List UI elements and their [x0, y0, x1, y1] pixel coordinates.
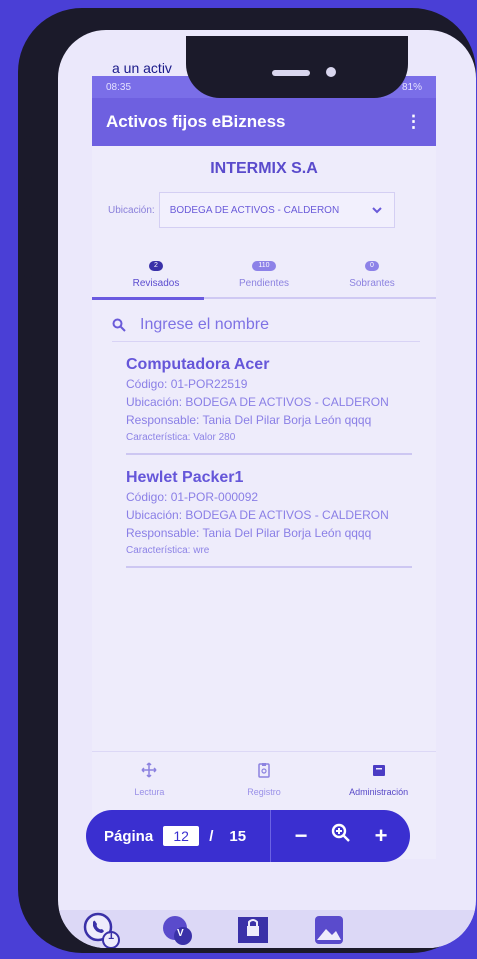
item-responsible: Responsable: Tania Del Pilar Borja León … — [126, 413, 372, 427]
item-feature: Característica: Valor 280 — [126, 432, 236, 443]
search-field[interactable]: Ingrese el nombre — [112, 309, 420, 342]
tab-label: Revisados — [132, 278, 180, 289]
company-name: INTERMIX S.A — [210, 160, 318, 177]
item-location: Ubicación: BODEGA DE ACTIVOS - CALDERON — [126, 508, 389, 522]
list-item[interactable]: Hewlet Packer1 Código: 01-POR-000092 Ubi… — [126, 469, 412, 568]
nav-label: Registro — [247, 787, 281, 797]
location-label: Ubicación: — [108, 204, 155, 216]
nav-label: Administración — [349, 787, 409, 797]
notification-badge: 1 — [108, 930, 115, 942]
location-select[interactable]: BODEGA DE ACTIVOS - CALDERON — [158, 192, 395, 228]
count-badge: 110 — [252, 261, 276, 271]
nav-label: Lectura — [134, 787, 165, 797]
pagination-control: Página 12 / 15 − + — [86, 810, 410, 862]
status-battery: 81% — [401, 81, 422, 93]
dock-item-viber[interactable]: V — [142, 910, 212, 948]
zoom-out-button[interactable]: − — [281, 823, 321, 849]
item-title: Hewlet Packer1 — [126, 469, 244, 486]
list-item[interactable]: Computadora Acer Código: 01-POR22519 Ubi… — [126, 356, 412, 455]
more-vert-icon[interactable]: ⋮ — [405, 112, 422, 132]
speaker — [272, 70, 310, 76]
page-number-input[interactable]: 12 — [163, 826, 200, 846]
app-screenshot: 08:35 81% Activos fijos eBizness ⋮ INTER… — [92, 76, 436, 859]
page-separator: / — [209, 827, 214, 845]
tab-label: Pendientes — [238, 278, 290, 289]
move-icon — [141, 762, 157, 778]
dock-bar: 1 V — [58, 910, 476, 948]
search-placeholder: Ingrese el nombre — [140, 316, 269, 333]
nav-item-administracion[interactable]: Administración — [329, 752, 429, 804]
whatsapp-icon — [83, 912, 120, 948]
tab-underline — [92, 297, 436, 300]
search-icon — [112, 318, 126, 332]
tab-revisados[interactable]: 2 Revisados — [111, 254, 201, 289]
tab-sobrantes[interactable]: 0 Sobrantes — [327, 254, 417, 289]
dock-item-gallery[interactable] — [294, 910, 364, 948]
page-total: 15 — [229, 827, 247, 845]
location-value: BODEGA DE ACTIVOS - CALDERON — [169, 204, 340, 216]
phone-side-button — [24, 292, 32, 364]
item-title: Computadora Acer — [126, 356, 270, 373]
background-text: a un activ — [112, 60, 172, 76]
item-location: Ubicación: BODEGA DE ACTIVOS - CALDERON — [126, 395, 389, 409]
clipboard-search-icon — [258, 763, 270, 778]
phone-notch — [186, 36, 408, 98]
app-title: Activos fijos eBizness — [106, 112, 286, 131]
item-feature: Característica: wre — [126, 545, 210, 556]
image-icon — [315, 916, 343, 944]
count-badge: 0 — [365, 261, 379, 271]
count-badge: 2 — [149, 261, 163, 271]
counters: 2 Revisados 110 Pendientes 0 Sobrantes — [92, 254, 436, 289]
zoom-icon[interactable] — [321, 823, 361, 849]
tab-label: Sobrantes — [349, 278, 395, 289]
zoom-in-button[interactable]: + — [361, 823, 401, 849]
viber-badge: V — [177, 928, 184, 939]
phone-side-button — [24, 136, 32, 180]
location-row: Ubicación: BODEGA DE ACTIVOS - CALDERON — [108, 192, 436, 228]
status-time: 08:35 — [106, 81, 132, 93]
pager-divider — [270, 810, 272, 862]
lock-icon — [238, 917, 268, 943]
item-code: Código: 01-POR22519 — [126, 377, 248, 391]
item-responsible: Responsable: Tania Del Pilar Borja León … — [126, 526, 372, 540]
phone-side-button — [24, 206, 32, 278]
bottom-navigation: Lectura Registro Administración — [92, 751, 436, 804]
page-label: Página — [104, 827, 154, 845]
tab-indicator — [92, 297, 204, 300]
item-code: Código: 01-POR-000092 — [126, 490, 259, 504]
tab-pendientes[interactable]: 110 Pendientes — [219, 254, 309, 289]
app-bar: Activos fijos eBizness ⋮ — [92, 98, 436, 146]
chevron-down-icon — [371, 207, 382, 214]
nav-item-registro[interactable]: Registro — [214, 752, 314, 804]
dock-item-whatsapp[interactable]: 1 — [66, 910, 136, 948]
dock-item-security[interactable] — [218, 910, 288, 948]
archive-icon — [372, 765, 385, 776]
camera — [326, 67, 336, 77]
nav-item-lectura[interactable]: Lectura — [99, 752, 199, 804]
